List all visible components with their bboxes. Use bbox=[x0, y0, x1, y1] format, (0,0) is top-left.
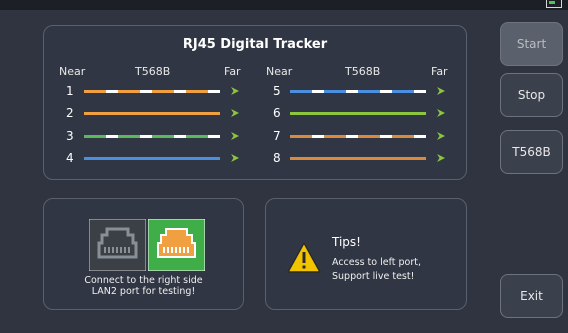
pin-number: 5 bbox=[273, 84, 281, 98]
far-end-icon bbox=[436, 86, 446, 96]
tips-body: Access to left port, Support live test! bbox=[332, 256, 421, 284]
tips-panel: Tips! Access to left port, Support live … bbox=[265, 198, 467, 310]
pin-number: 2 bbox=[66, 106, 74, 120]
pin-number: 1 bbox=[66, 84, 74, 98]
wire-pin-2 bbox=[84, 112, 220, 115]
right-port-icon bbox=[147, 218, 206, 272]
far-end-icon bbox=[436, 108, 446, 118]
tips-line1: Access to left port, bbox=[332, 257, 421, 268]
far-header-left: Far bbox=[224, 65, 241, 78]
pin-number: 7 bbox=[273, 129, 281, 143]
wire-pin-6 bbox=[290, 112, 426, 115]
far-header-right: Far bbox=[431, 65, 448, 78]
far-end-icon bbox=[230, 86, 240, 96]
wire-pin-3 bbox=[84, 135, 220, 138]
port-instruction-line2: LAN2 port for testing! bbox=[91, 286, 196, 297]
pin-number: 3 bbox=[66, 129, 74, 143]
far-end-icon bbox=[436, 153, 446, 163]
warning-icon bbox=[286, 241, 322, 275]
wire-pin-4 bbox=[84, 157, 220, 160]
wire-pin-7 bbox=[290, 135, 426, 138]
far-end-icon bbox=[230, 131, 240, 141]
page-title: RJ45 Digital Tracker bbox=[182, 37, 328, 52]
far-end-icon bbox=[230, 153, 240, 163]
start-button[interactable]: Start bbox=[500, 22, 563, 66]
battery-icon bbox=[546, 0, 562, 8]
tracker-panel: RJ45 Digital Tracker Near T568B Far Near… bbox=[43, 25, 467, 180]
port-instruction: Connect to the right side LAN2 port for … bbox=[44, 275, 243, 297]
left-port-icon bbox=[88, 218, 147, 272]
near-header-left: Near bbox=[59, 65, 86, 78]
pin-number: 6 bbox=[273, 106, 281, 120]
standard-header-left: T568B bbox=[135, 65, 171, 78]
far-end-icon bbox=[230, 108, 240, 118]
wire-pin-8 bbox=[290, 157, 426, 160]
standard-button[interactable]: T568B bbox=[500, 130, 563, 174]
stop-button[interactable]: Stop bbox=[500, 73, 563, 117]
far-end-icon bbox=[436, 131, 446, 141]
port-panel: Connect to the right side LAN2 port for … bbox=[43, 198, 244, 310]
pin-number: 8 bbox=[273, 151, 281, 165]
standard-header-right: T568B bbox=[345, 65, 381, 78]
pin-number: 4 bbox=[66, 151, 74, 165]
tips-title: Tips! bbox=[332, 235, 361, 249]
port-instruction-line1: Connect to the right side bbox=[84, 275, 203, 286]
tips-line2: Support live test! bbox=[332, 271, 415, 282]
status-bar bbox=[0, 0, 568, 10]
wire-pin-1 bbox=[84, 90, 220, 93]
wire-pin-5 bbox=[290, 90, 426, 93]
near-header-right: Near bbox=[266, 65, 293, 78]
exit-button[interactable]: Exit bbox=[500, 274, 563, 318]
